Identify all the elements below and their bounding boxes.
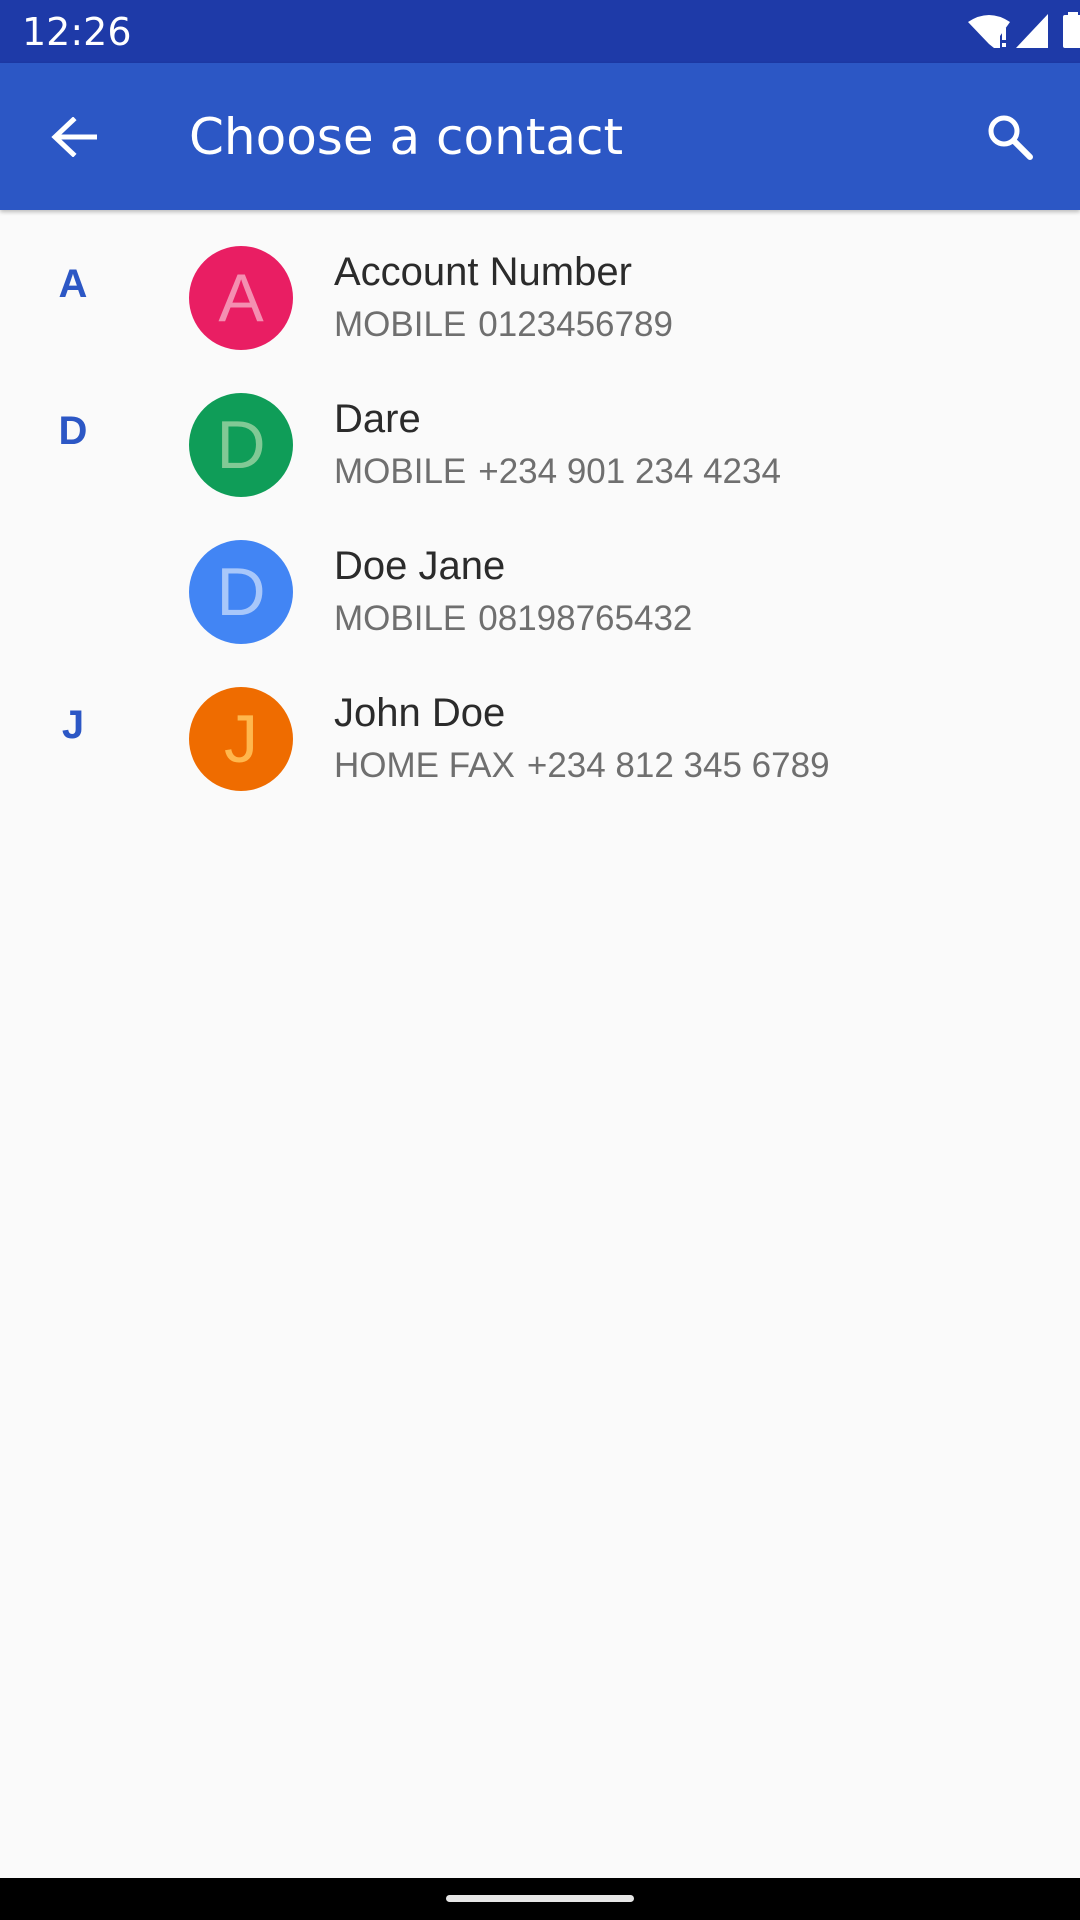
contact-row[interactable]: D Doe Jane MOBILE 08198765432: [0, 504, 1080, 651]
phone-type: MOBILE: [334, 305, 467, 344]
section-letter: J: [61, 703, 85, 747]
search-icon: [988, 115, 1033, 160]
phone-type: MOBILE: [334, 452, 467, 491]
back-button[interactable]: [30, 103, 118, 171]
status-time: 12:26: [22, 10, 132, 54]
phone-type: MOBILE: [334, 599, 467, 638]
arrow-back-icon: [51, 117, 97, 157]
contact-detail: MOBILE +234 901 234 4234: [334, 451, 781, 493]
contact-list: A A Account Number MOBILE 0123456789 D D …: [0, 210, 1080, 798]
section-letter: A: [58, 262, 88, 306]
app-bar: Choose a contact: [0, 63, 1080, 210]
contact-detail: MOBILE 0123456789: [334, 304, 673, 346]
cell-signal-icon: [1016, 14, 1048, 48]
phone-number: 0123456789: [478, 305, 673, 344]
phone-number: 08198765432: [478, 599, 693, 638]
avatar-initial: A: [218, 260, 264, 336]
contact-row[interactable]: D D Dare MOBILE +234 901 234 4234: [0, 357, 1080, 504]
contact-row[interactable]: A A Account Number MOBILE 0123456789: [0, 210, 1080, 357]
phone-type: HOME FAX: [334, 746, 515, 785]
avatar-initial: J: [224, 701, 258, 777]
page-title: Choose a contact: [189, 108, 624, 166]
avatar: D: [189, 540, 293, 644]
avatar: J: [189, 687, 293, 791]
contact-name: John Doe: [334, 691, 506, 735]
home-gesture-handle[interactable]: [446, 1895, 634, 1902]
phone-number: +234 901 234 4234: [478, 452, 781, 491]
contact-detail: MOBILE 08198765432: [334, 598, 692, 640]
avatar: A: [189, 246, 293, 350]
contact-name: Dare: [334, 397, 421, 441]
avatar: D: [189, 393, 293, 497]
avatar-initial: D: [216, 407, 266, 483]
search-button[interactable]: [962, 101, 1058, 173]
wifi-alert-icon: [968, 15, 1010, 48]
avatar-initial: D: [216, 554, 266, 630]
status-icons: [880, 0, 1080, 63]
section-letter: D: [58, 409, 88, 453]
battery-icon: [1063, 12, 1080, 48]
contact-detail: HOME FAX +234 812 345 6789: [334, 745, 830, 787]
contact-name: Doe Jane: [334, 544, 506, 588]
phone-number: +234 812 345 6789: [526, 746, 830, 785]
navigation-bar: [0, 1878, 1080, 1920]
status-bar: 12:26: [0, 0, 1080, 63]
contact-name: Account Number: [334, 250, 632, 294]
contact-row[interactable]: J J John Doe HOME FAX +234 812 345 6789: [0, 651, 1080, 798]
